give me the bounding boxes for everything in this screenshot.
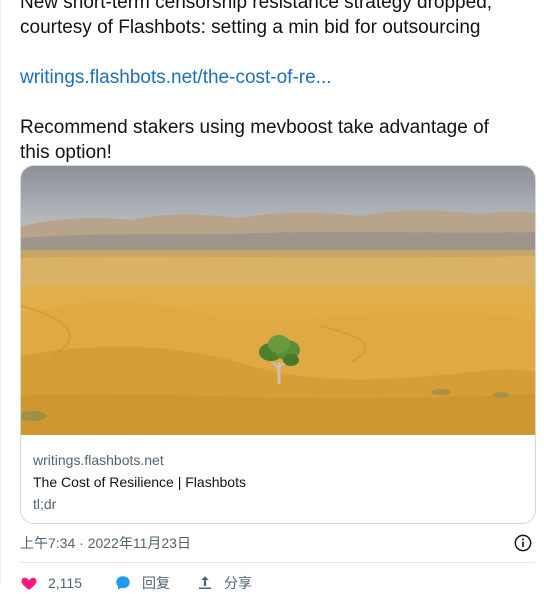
tweet-line-2: courtesy of Flashbots: setting a min bid… bbox=[20, 17, 481, 38]
info-icon[interactable] bbox=[514, 534, 532, 552]
like-count: 2,115 bbox=[48, 575, 82, 591]
reply-button[interactable]: 回复 bbox=[114, 572, 170, 594]
link-preview-card[interactable]: writings.flashbots.net The Cost of Resil… bbox=[20, 165, 536, 524]
tweet-line-1: New short-term censorship resistance str… bbox=[20, 0, 493, 13]
heart-icon bbox=[21, 577, 37, 590]
left-border bbox=[0, 0, 1, 584]
reply-bubble-icon bbox=[116, 576, 130, 590]
share-label: 分享 bbox=[224, 575, 252, 591]
card-domain: writings.flashbots.net bbox=[33, 452, 164, 468]
desert-tree-image[interactable] bbox=[21, 166, 535, 435]
tweet-text: New short-term censorship resistance str… bbox=[20, 0, 525, 165]
tweet-timestamp[interactable]: 上午7:34 · 2022年11月23日 bbox=[20, 533, 191, 553]
tweet-link[interactable]: writings.flashbots.net/the-cost-of-re... bbox=[20, 67, 332, 88]
card-meta: writings.flashbots.net The Cost of Resil… bbox=[33, 449, 523, 515]
reply-label: 回复 bbox=[142, 575, 170, 591]
tweet-line-4: this option! bbox=[20, 142, 112, 163]
card-description: tl;dr bbox=[33, 496, 57, 512]
like-button[interactable]: 2,115 bbox=[20, 572, 82, 594]
divider bbox=[20, 562, 534, 563]
tweet-line-3: Recommend stakers using mevboost take ad… bbox=[20, 117, 489, 138]
card-title: The Cost of Resilience | Flashbots bbox=[33, 474, 246, 490]
share-arrow-icon bbox=[199, 576, 211, 589]
share-button[interactable]: 分享 bbox=[196, 572, 252, 594]
